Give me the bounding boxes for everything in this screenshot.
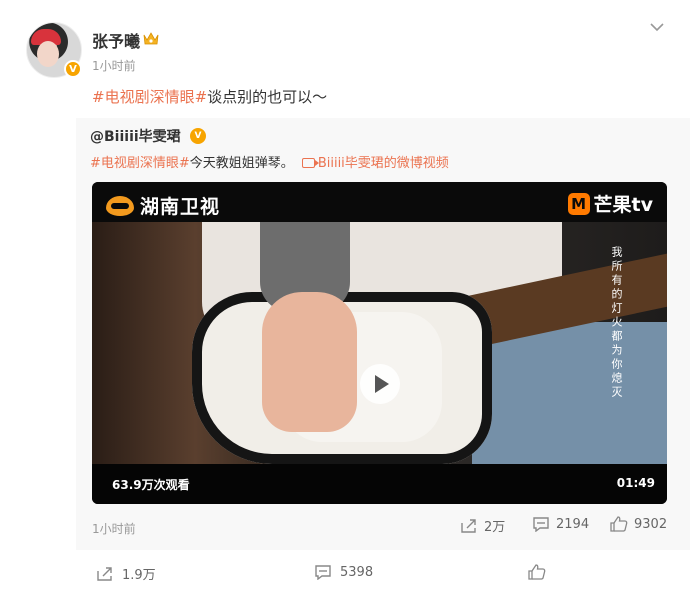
repost-share-count: 2万 (484, 520, 506, 535)
repost-time[interactable]: 1小时前 (92, 520, 136, 537)
share-count: 1.9万 (122, 568, 156, 583)
comment-count: 5398 (340, 564, 374, 580)
hunan-tv-icon (106, 195, 134, 216)
video-player[interactable]: 湖南卫视 M 芒果tv 我所有的灯火都为你熄灭 63.9万次观看 01:49 (92, 182, 667, 504)
post-text: #电视剧深情眼#谈点别的也可以～ (92, 86, 327, 107)
video-view-count: 63.9万次观看 (112, 478, 190, 492)
video-frame: 我所有的灯火都为你熄灭 (92, 222, 667, 464)
mango-tv-logo: M 芒果tv (567, 190, 653, 217)
repost-card: @Biiiii毕雯珺 V #电视剧深情眼#今天教姐姐弹琴。 Biiiii毕雯珺的微… (76, 118, 690, 550)
comment-button[interactable]: 5398 (314, 564, 373, 580)
weibo-post: V 张予曦 1小时前 #电视剧深情眼#谈点别的也可以～ @Biiiii毕雯珺 V… (0, 0, 690, 600)
repost-author[interactable]: @Biiiii毕雯珺 (90, 126, 181, 146)
repost-hashtag[interactable]: #电视剧深情眼# (90, 156, 190, 171)
thumbs-up-icon (610, 516, 628, 532)
video-bottom-bar: 63.9万次观看 01:49 (92, 464, 667, 504)
repost-video-link[interactable]: Biiiii毕雯珺的微博视频 (318, 156, 449, 171)
repost-like-button[interactable]: 9302 (610, 516, 667, 532)
jeans-shape (472, 322, 667, 464)
hunan-tv-label: 湖南卫视 (140, 196, 221, 218)
video-subtitle: 我所有的灯火都为你熄灭 (610, 246, 623, 400)
repost-share-button[interactable]: 2万 (460, 516, 505, 535)
repost-comment-button[interactable]: 2194 (532, 516, 589, 532)
repost-body: 今天教姐姐弹琴。 (189, 156, 294, 171)
hunan-tv-logo: 湖南卫视 (106, 192, 220, 219)
video-duration: 01:49 (616, 476, 655, 490)
hand-shape (262, 292, 357, 432)
share-icon (461, 518, 476, 533)
comment-icon (315, 565, 331, 580)
thumbs-up-icon (528, 564, 546, 580)
post-time[interactable]: 1小时前 (92, 57, 136, 74)
repost-like-count: 9302 (634, 516, 668, 532)
chevron-down-icon[interactable] (650, 22, 664, 32)
video-top-bar: 湖南卫视 M 芒果tv (92, 182, 667, 222)
video-link-icon (301, 158, 319, 168)
comment-icon (533, 517, 549, 532)
share-button[interactable]: 1.9万 (96, 564, 156, 583)
avatar-face (37, 41, 59, 67)
like-button[interactable] (528, 564, 546, 580)
post-body: 谈点别的也可以～ (207, 88, 328, 106)
repost-comment-count: 2194 (556, 516, 590, 532)
username[interactable]: 张予曦 (92, 28, 140, 52)
repost-verified-badge-icon: V (190, 128, 206, 144)
play-button[interactable] (360, 364, 400, 404)
mango-tv-icon: M (567, 192, 590, 215)
post-hashtag[interactable]: #电视剧深情眼# (92, 88, 207, 106)
crown-icon (143, 32, 159, 45)
repost-text: #电视剧深情眼#今天教姐姐弹琴。 Biiiii毕雯珺的微博视频 (90, 152, 449, 171)
share-icon (97, 566, 112, 581)
mango-tv-label: 芒果tv (593, 194, 653, 216)
verified-badge-icon: V (64, 60, 82, 78)
